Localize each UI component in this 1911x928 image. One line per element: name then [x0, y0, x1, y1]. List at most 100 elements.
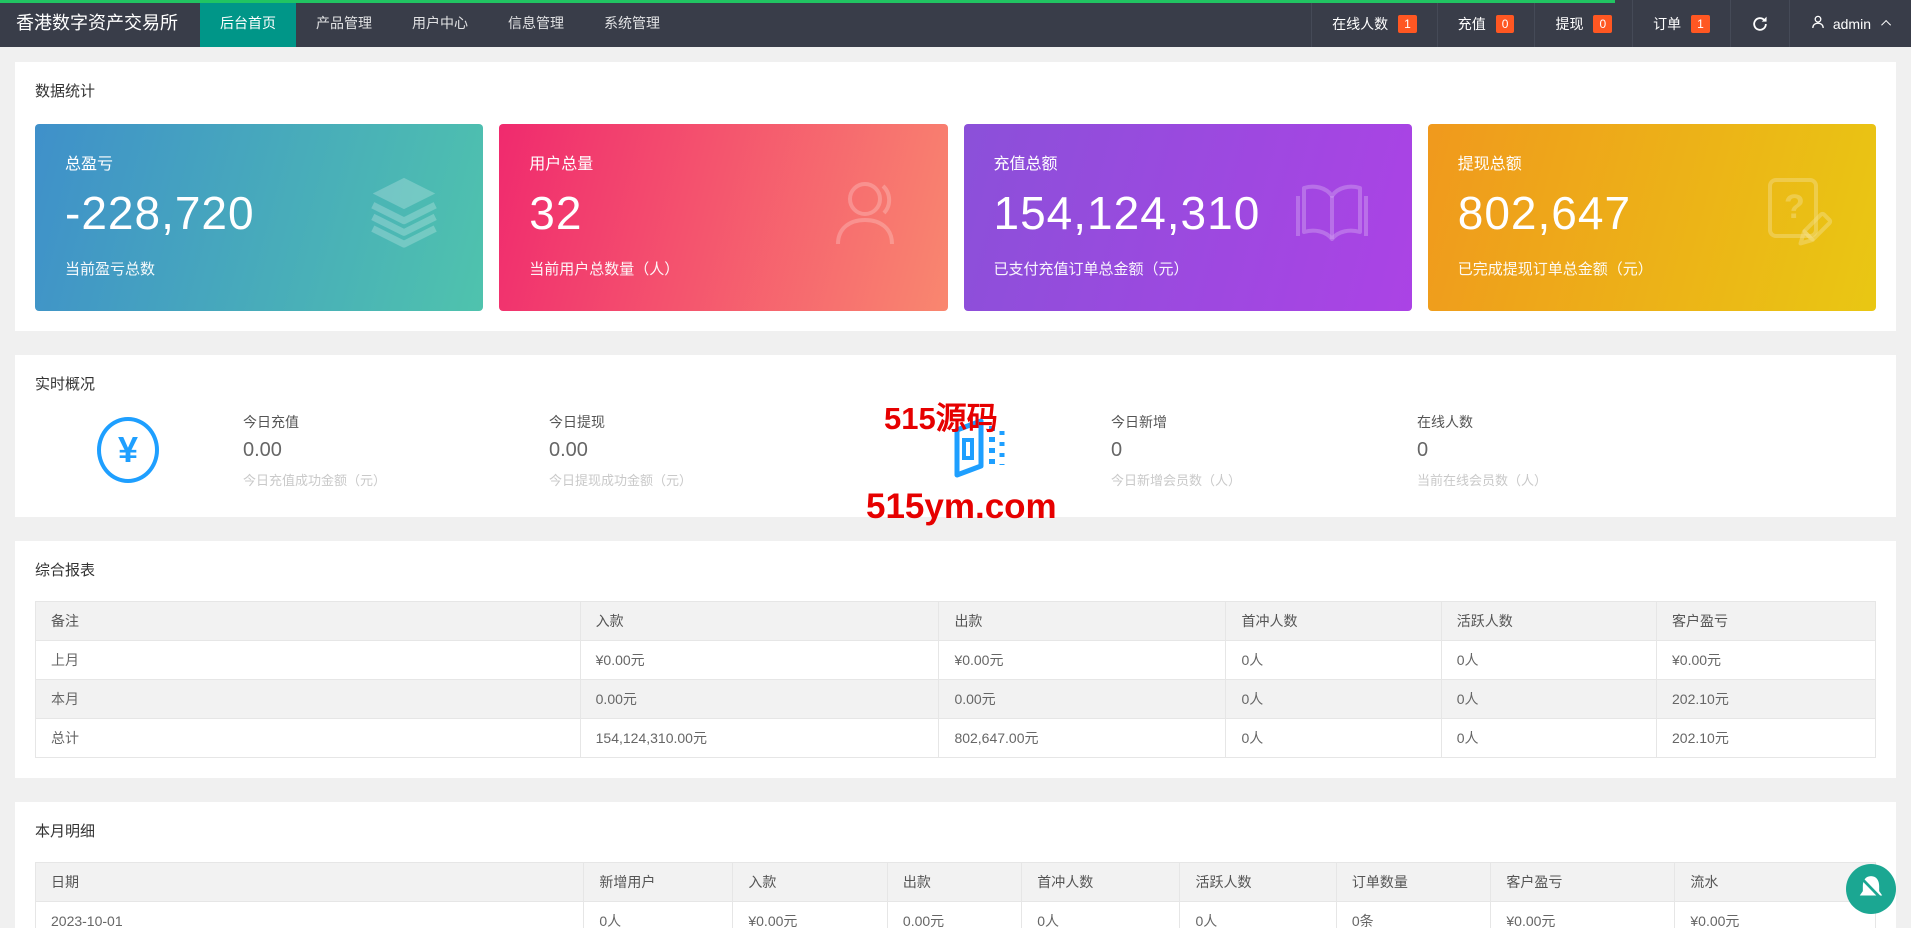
online-count-badge: 1	[1398, 15, 1417, 33]
stat-value: 0.00	[549, 439, 771, 462]
stat-label: 在线人数	[1417, 412, 1639, 432]
orders-label: 订单	[1653, 14, 1681, 34]
orders-item[interactable]: 订单 1	[1632, 0, 1730, 47]
table-cell: 202.10元	[1657, 680, 1876, 719]
table-cell: 0人	[584, 902, 733, 928]
table-cell: ¥0.00元	[939, 641, 1226, 680]
stat-value: 0	[1111, 439, 1333, 462]
column-header: 客户盈亏	[1491, 863, 1675, 902]
table-cell: ¥0.00元	[733, 902, 888, 928]
table-cell: ¥0.00元	[1675, 902, 1876, 928]
card-caption: 已完成提现订单总金额（元）	[1458, 258, 1846, 279]
chevron-up-icon	[1881, 20, 1891, 30]
column-header: 出款	[887, 863, 1021, 902]
main-menu: 后台首页 产品管理 用户中心 信息管理 系统管理	[200, 0, 680, 47]
column-header: 活跃人数	[1441, 602, 1656, 641]
brand-title: 香港数字资产交易所	[0, 0, 200, 47]
table-cell: 0人	[1226, 680, 1441, 719]
user-icon	[828, 174, 908, 259]
menu-item-home[interactable]: 后台首页	[200, 0, 296, 47]
column-header: 入款	[580, 602, 939, 641]
report-panel-title: 综合报表	[35, 561, 1876, 581]
watermark-url: 515ym.com	[866, 487, 1057, 527]
stat-caption: 今日充值成功金额（元）	[243, 470, 465, 489]
table-cell: 0人	[1022, 902, 1180, 928]
table-cell: 202.10元	[1657, 719, 1876, 758]
column-header: 备注	[36, 602, 581, 641]
table-row: 总计154,124,310.00元802,647.00元0人0人202.10元	[36, 719, 1876, 758]
withdraw-label: 提现	[1555, 14, 1583, 34]
stat-caption: 当前在线会员数（人）	[1417, 470, 1639, 489]
card-total-recharge: 充值总额 154,124,310 已支付充值订单总金额（元）	[964, 124, 1412, 311]
column-header: 客户盈亏	[1657, 602, 1876, 641]
recharge-item[interactable]: 充值 0	[1437, 0, 1535, 47]
stat-today-withdraw: 今日提现 0.00 今日提现成功金额（元）	[549, 412, 771, 489]
refresh-icon	[1751, 15, 1769, 33]
online-count-label: 在线人数	[1332, 14, 1388, 34]
card-caption: 当前盈亏总数	[65, 258, 453, 279]
user-icon	[1810, 14, 1826, 33]
stat-today-new: 今日新增 0 今日新增会员数（人）	[1111, 412, 1333, 489]
stat-today-recharge: 今日充值 0.00 今日充值成功金额（元）	[243, 412, 465, 489]
card-title: 充值总额	[994, 150, 1382, 174]
svg-text:?: ?	[1784, 188, 1805, 226]
online-count-item[interactable]: 在线人数 1	[1311, 0, 1437, 47]
table-row: 本月0.00元0.00元0人0人202.10元	[36, 680, 1876, 719]
bell-slash-icon	[1854, 870, 1888, 909]
stat-cards: 总盈亏 -228,720 当前盈亏总数 用户总量 32 当前用户总数量（人）	[35, 124, 1876, 311]
stat-caption: 今日提现成功金额（元）	[549, 470, 771, 489]
table-cell: 0人	[1441, 719, 1656, 758]
table-cell: 0人	[1441, 641, 1656, 680]
yen-circle-icon: ¥	[97, 417, 159, 483]
detail-table: 日期新增用户入款出款首冲人数活跃人数订单数量客户盈亏流水2023-10-010人…	[35, 862, 1876, 928]
table-cell: 0.00元	[939, 680, 1226, 719]
refresh-button[interactable]	[1730, 0, 1789, 47]
recharge-label: 充值	[1458, 14, 1486, 34]
book-icon	[1292, 174, 1372, 259]
top-navbar: 香港数字资产交易所 后台首页 产品管理 用户中心 信息管理 系统管理 在线人数 …	[0, 0, 1911, 47]
table-cell: 0人	[1441, 680, 1656, 719]
table-cell: 总计	[36, 719, 581, 758]
stat-value: 0.00	[243, 439, 465, 462]
loading-progress-bar	[0, 0, 1615, 3]
column-header: 入款	[733, 863, 888, 902]
admin-username: admin	[1833, 16, 1871, 32]
stats-panel: 数据统计 总盈亏 -228,720 当前盈亏总数 用户总量 32	[15, 62, 1896, 331]
card-title: 总盈亏	[65, 150, 453, 174]
table-cell: 0.00元	[887, 902, 1021, 928]
table-cell: 0人	[1180, 902, 1336, 928]
stat-label: 今日提现	[549, 412, 771, 432]
detail-panel: 本月明细 日期新增用户入款出款首冲人数活跃人数订单数量客户盈亏流水2023-10…	[15, 802, 1896, 928]
column-header: 出款	[939, 602, 1226, 641]
card-total-profit: 总盈亏 -228,720 当前盈亏总数	[35, 124, 483, 311]
menu-item-users[interactable]: 用户中心	[392, 0, 488, 47]
card-title: 用户总量	[529, 150, 917, 174]
stat-label: 今日新增	[1111, 412, 1333, 432]
column-header: 订单数量	[1336, 863, 1491, 902]
table-row: 上月¥0.00元¥0.00元0人0人¥0.00元	[36, 641, 1876, 680]
table-cell: 0人	[1226, 641, 1441, 680]
menu-item-products[interactable]: 产品管理	[296, 0, 392, 47]
menu-item-info[interactable]: 信息管理	[488, 0, 584, 47]
column-header: 日期	[36, 863, 584, 902]
stat-caption: 今日新增会员数（人）	[1111, 470, 1333, 489]
table-cell: 0条	[1336, 902, 1491, 928]
column-header: 首冲人数	[1022, 863, 1180, 902]
notification-mute-fab-button[interactable]	[1846, 864, 1896, 914]
document-question-icon: ?	[1756, 174, 1836, 259]
layers-icon	[365, 174, 443, 257]
card-caption: 当前用户总数量（人）	[529, 258, 917, 279]
admin-dropdown[interactable]: admin	[1789, 0, 1911, 47]
table-row: 2023-10-010人¥0.00元0.00元0人0人0条¥0.00元¥0.00…	[36, 902, 1876, 928]
table-cell: 2023-10-01	[36, 902, 584, 928]
table-cell: ¥0.00元	[1491, 902, 1675, 928]
withdraw-badge: 0	[1593, 15, 1612, 33]
table-cell: 154,124,310.00元	[580, 719, 939, 758]
column-header: 首冲人数	[1226, 602, 1441, 641]
withdraw-item[interactable]: 提现 0	[1534, 0, 1632, 47]
card-caption: 已支付充值订单总金额（元）	[994, 258, 1382, 279]
menu-item-system[interactable]: 系统管理	[584, 0, 680, 47]
stat-label: 今日充值	[243, 412, 465, 432]
realtime-panel-title: 实时概况	[35, 375, 1876, 395]
stats-panel-title: 数据统计	[35, 82, 1876, 102]
